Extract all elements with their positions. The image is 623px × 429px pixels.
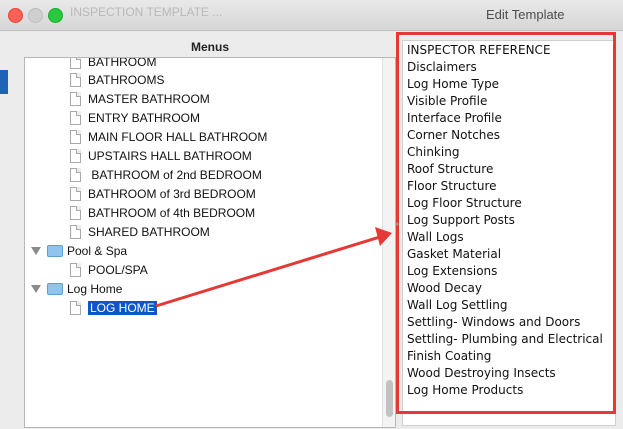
expand-triangle-icon[interactable] [31, 246, 41, 255]
tree-item[interactable]: BATHROOM of 2nd BEDROOM [70, 165, 262, 184]
splitter-handle-icon[interactable] [395, 222, 399, 226]
tree-item[interactable]: ENTRY BATHROOM [70, 108, 200, 127]
tree-item-label: MASTER BATHROOM [88, 91, 210, 106]
folder-icon [47, 244, 63, 257]
background-window-text: INSPECTION TEMPLATE ... [70, 5, 223, 19]
tree-folder-label: Log Home [67, 281, 123, 296]
document-icon [70, 205, 81, 220]
document-icon [70, 300, 81, 315]
expand-triangle-icon[interactable] [31, 284, 41, 293]
title-bar: INSPECTION TEMPLATE ... Edit Template [0, 0, 623, 31]
tree-item[interactable]: BATHROOM of 4th BEDROOM [70, 203, 255, 222]
tree-item[interactable]: BATHROOM of 3rd BEDROOM [70, 184, 256, 203]
tree-item-label: UPSTAIRS HALL BATHROOM [88, 148, 252, 163]
tree-item-selected[interactable]: LOG HOME [70, 298, 157, 317]
tree-folder-label: Pool & Spa [67, 243, 128, 258]
document-icon [70, 58, 81, 69]
tree-item-label: POOL/SPA [88, 262, 148, 277]
tree-item-label: MAIN FLOOR HALL BATHROOM [88, 129, 268, 144]
document-icon [70, 110, 81, 125]
document-icon [70, 186, 81, 201]
tree-item-label: BATHROOMS [88, 72, 165, 87]
tree-item-label: SHARED BATHROOM [88, 224, 210, 239]
tree-item[interactable]: SHARED BATHROOM [70, 222, 210, 241]
annotation-highlight-box [396, 32, 616, 414]
scrollbar-thumb[interactable] [386, 380, 393, 417]
document-icon [70, 91, 81, 106]
tree-item-label: BATHROOM of 4th BEDROOM [88, 205, 256, 220]
tree-folder-log-home[interactable]: Log Home [31, 279, 122, 298]
background-window-edge [0, 70, 8, 94]
document-icon [70, 129, 81, 144]
tree-item-label: LOG HOME [88, 300, 157, 315]
zoom-window-button[interactable] [48, 8, 63, 23]
document-icon [70, 167, 81, 182]
tree-item-label: BATHROOM of 3rd BEDROOM [88, 186, 256, 201]
tree-item-label: BATHROOM [88, 57, 157, 69]
document-icon [70, 262, 81, 277]
tree-item[interactable]: MASTER BATHROOM [70, 89, 210, 108]
tree-item[interactable]: BATHROOM [70, 57, 157, 71]
tree-item[interactable]: POOL/SPA [70, 260, 148, 279]
folder-icon [47, 282, 63, 295]
menus-tree[interactable]: BATHROOM BATHROOMS MASTER BATHROOM ENTRY… [24, 57, 396, 428]
tree-item[interactable]: BATHROOMS [70, 70, 164, 89]
tree-item[interactable]: MAIN FLOOR HALL BATHROOM [70, 127, 267, 146]
document-icon [70, 148, 81, 163]
tree-item-label: ENTRY BATHROOM [88, 110, 201, 125]
close-window-button[interactable] [8, 8, 23, 23]
vertical-scrollbar[interactable] [382, 58, 395, 427]
menus-header: Menus [190, 40, 229, 54]
tree-folder-pool-spa[interactable]: Pool & Spa [31, 241, 127, 260]
window-title: Edit Template [486, 7, 565, 22]
document-icon [70, 224, 81, 239]
tree-item[interactable]: UPSTAIRS HALL BATHROOM [70, 146, 252, 165]
minimize-window-button[interactable] [28, 8, 43, 23]
tree-item-label: BATHROOM of 2nd BEDROOM [88, 167, 262, 182]
document-icon [70, 72, 81, 87]
